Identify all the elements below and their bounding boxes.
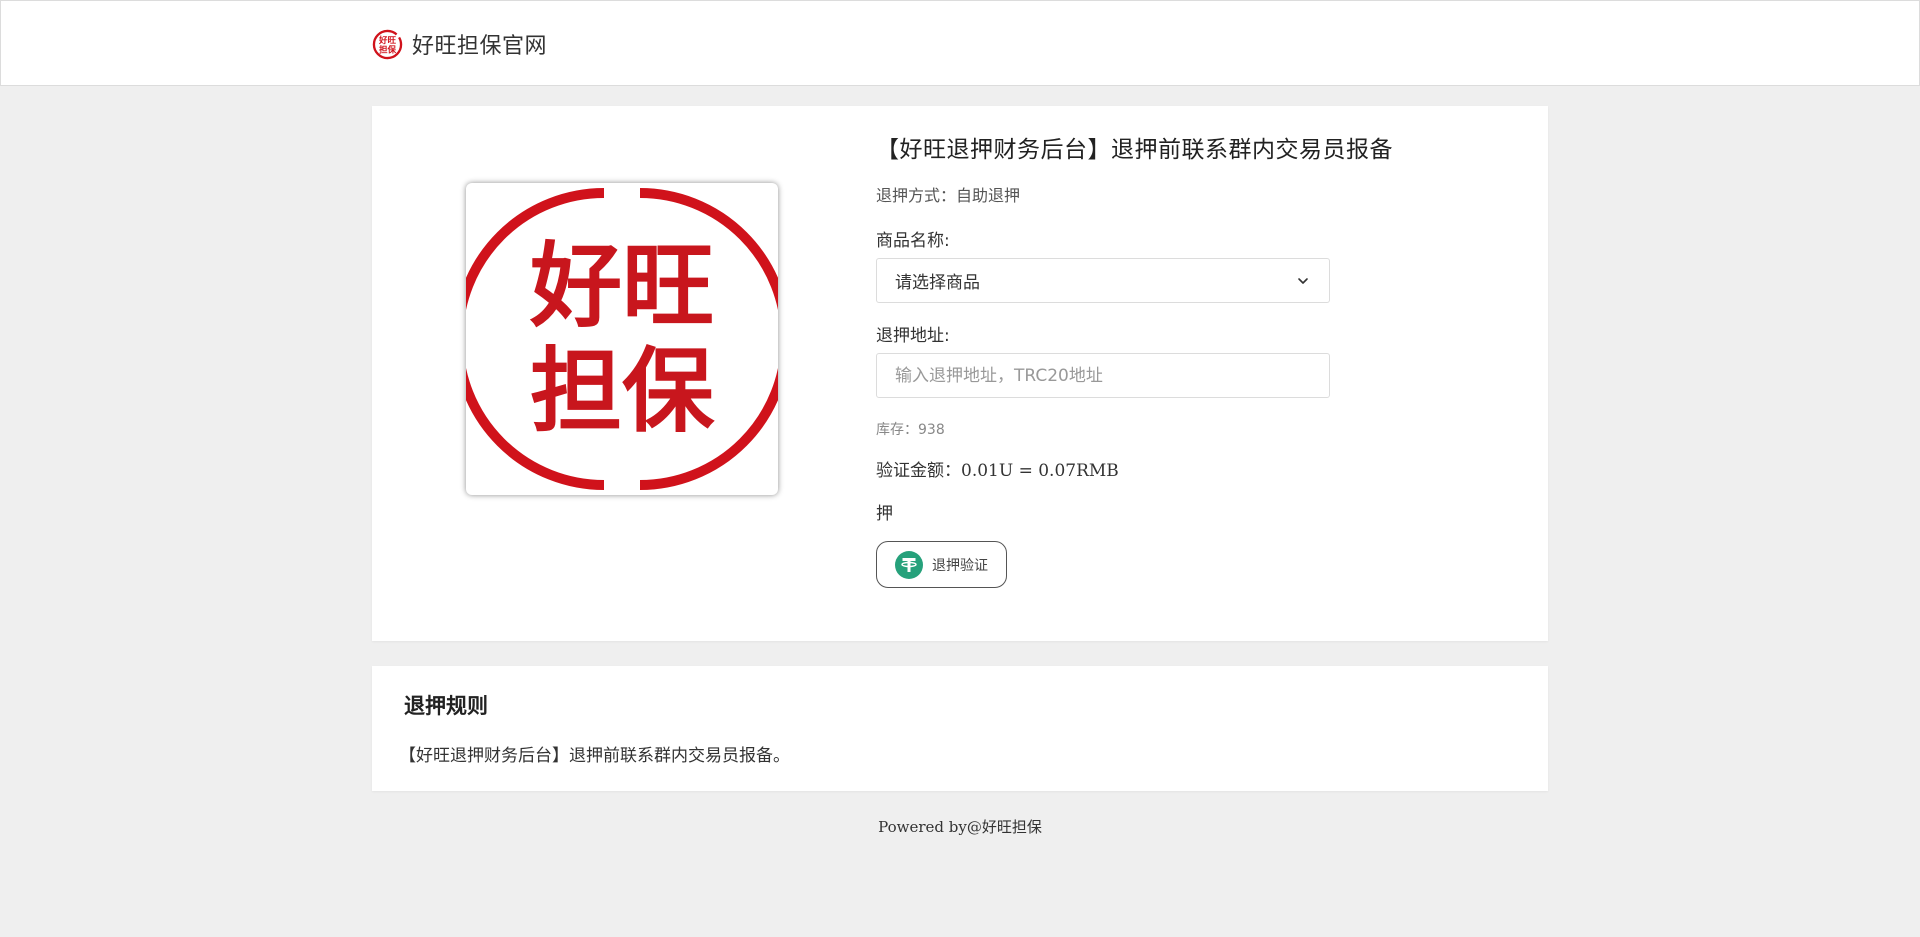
product-image: 好旺 担保 — [466, 183, 778, 495]
seal-text-top: 好旺 — [529, 233, 714, 340]
refund-method: 退押方式：自助退押 — [876, 182, 1020, 206]
brand-link[interactable]: 好旺 担保 好旺担保官网 — [372, 28, 547, 60]
verify-amount-value: 0.01U = 0.07RMB — [961, 461, 1119, 481]
refund-address-label: 退押地址: — [876, 326, 950, 346]
tether-icon — [895, 550, 923, 579]
product-name-label: 商品名称: — [876, 231, 950, 251]
footer-powered-by: Powered by@好旺担保 — [878, 818, 1042, 836]
product-title: 【好旺退押财务后台】退押前联系群内交易员报备 — [876, 137, 1393, 163]
refund-method-value: 自助退押 — [956, 186, 1021, 205]
logo-text-top: 好旺 — [378, 34, 397, 45]
refund-method-label: 退押方式： — [876, 186, 957, 205]
product-select-value: 请选择商品 — [895, 273, 980, 293]
product-select[interactable]: 请选择商品 — [876, 258, 1330, 303]
refund-verify-label: 退押验证 — [932, 557, 988, 574]
verify-amount-label: 验证金额： — [876, 461, 961, 481]
rules-text: 【好旺退押财务后台】退押前联系群内交易员报备。 — [399, 746, 790, 766]
rules-title: 退押规则 — [404, 694, 488, 718]
rules-card: 退押规则 【好旺退押财务后台】退押前联系群内交易员报备。 — [372, 666, 1548, 791]
haowang-seal-icon: 好旺 担保 — [372, 29, 403, 59]
brand-name: 好旺担保官网 — [412, 34, 548, 59]
seal-text-bottom: 担保 — [530, 338, 715, 445]
refund-verify-button[interactable]: 退押验证 — [876, 541, 1007, 588]
top-navbar: 好旺 担保 好旺担保官网 — [0, 0, 1920, 86]
stock-text: 库存：938 — [876, 422, 945, 438]
haowang-seal-image: 好旺 担保 — [466, 188, 778, 490]
logo-text-bottom: 担保 — [379, 44, 397, 55]
refund-address-input[interactable] — [876, 353, 1330, 398]
product-card: 好旺 担保 【好旺退押财务后台】退押前联系群内交易员报备 退押方式：自助退押 商… — [372, 106, 1548, 641]
chevron-down-icon — [1298, 277, 1308, 284]
deposit-label: 押 — [876, 504, 893, 524]
verify-amount: 验证金额：0.01U = 0.07RMB — [876, 456, 1119, 481]
